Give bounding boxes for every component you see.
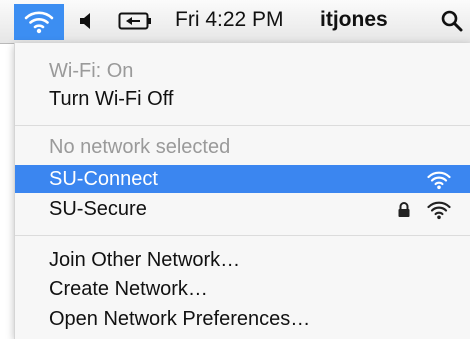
menu-separator bbox=[15, 235, 470, 236]
create-network-item[interactable]: Create Network… bbox=[15, 275, 470, 303]
network-item-su-connect[interactable]: SU-Connect bbox=[15, 165, 470, 193]
menu-bar: Fri 4:22 PM itjones bbox=[0, 0, 470, 44]
user-name[interactable]: itjones bbox=[320, 8, 388, 32]
network-item-su-secure[interactable]: SU-Secure bbox=[15, 195, 470, 223]
clock[interactable]: Fri 4:22 PM bbox=[175, 8, 284, 32]
wifi-signal-icon bbox=[427, 171, 451, 190]
lock-icon bbox=[398, 202, 410, 217]
wifi-signal-icon bbox=[427, 201, 451, 220]
search-icon[interactable] bbox=[440, 9, 464, 33]
turn-wifi-off-item[interactable]: Turn Wi-Fi Off bbox=[15, 85, 470, 113]
wifi-dropdown-menu: Wi-Fi: On Turn Wi-Fi Off No network sele… bbox=[14, 43, 470, 339]
volume-icon[interactable] bbox=[78, 10, 98, 32]
wifi-status: Wi-Fi: On bbox=[49, 60, 134, 82]
battery-icon[interactable] bbox=[118, 10, 154, 32]
wifi-icon bbox=[24, 11, 54, 34]
wifi-menu-button[interactable] bbox=[14, 4, 64, 40]
join-other-network-item[interactable]: Join Other Network… bbox=[15, 246, 470, 274]
open-network-preferences-item[interactable]: Open Network Preferences… bbox=[15, 305, 470, 333]
network-header: No network selected bbox=[49, 136, 231, 158]
menu-separator bbox=[15, 125, 470, 126]
